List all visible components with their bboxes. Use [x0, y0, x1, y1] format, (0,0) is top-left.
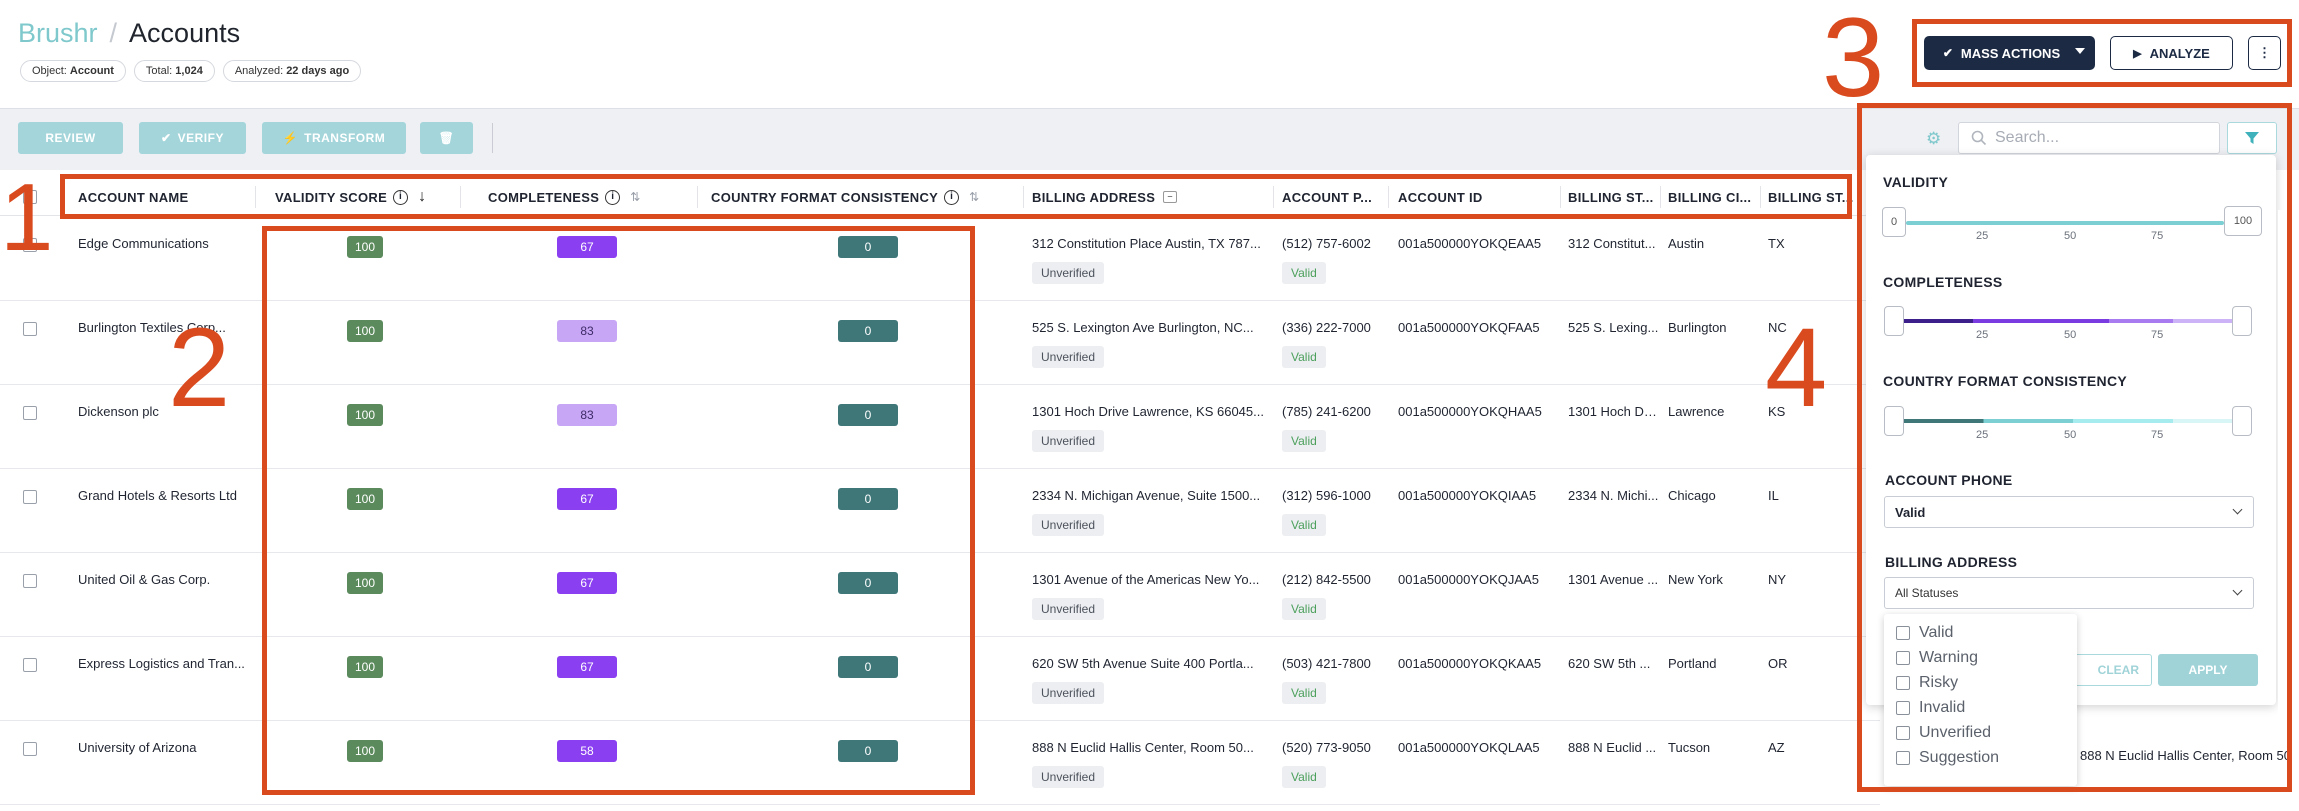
- row-checkbox[interactable]: [23, 406, 37, 420]
- account-phone-cell[interactable]: (503) 421-7800: [1282, 656, 1386, 671]
- phone-status-badge: Valid: [1282, 598, 1326, 620]
- billing-state-cell[interactable]: NY: [1768, 572, 1828, 587]
- account-name-cell[interactable]: Express Logistics and Tran...: [78, 656, 260, 671]
- annotation-number-4: 4: [1765, 305, 1828, 430]
- transform-button[interactable]: ⚡ TRANSFORM: [262, 122, 406, 154]
- billing-address-cell[interactable]: 525 S. Lexington Ave Burlington, NC...: [1032, 320, 1270, 335]
- annotation-box-1: [60, 174, 1852, 219]
- row-checkbox[interactable]: [23, 490, 37, 504]
- account-id-cell[interactable]: 001a500000YOKQEAA5: [1398, 236, 1558, 251]
- phone-status-badge: Valid: [1282, 766, 1326, 788]
- billing-city-cell[interactable]: Chicago: [1668, 488, 1760, 503]
- billing-city-cell[interactable]: Austin: [1668, 236, 1760, 251]
- account-name-cell[interactable]: University of Arizona: [78, 740, 260, 755]
- billing-state-cell[interactable]: OR: [1768, 656, 1828, 671]
- account-phone-cell[interactable]: (212) 842-5500: [1282, 572, 1386, 587]
- account-phone-cell[interactable]: (336) 222-7000: [1282, 320, 1386, 335]
- transform-label: TRANSFORM: [304, 131, 386, 145]
- billing-address-cell[interactable]: 888 N Euclid Hallis Center, Room 50...: [1032, 740, 1270, 755]
- chip-value: Account: [69, 65, 114, 77]
- address-status-badge: Unverified: [1032, 430, 1105, 452]
- billing-street-cell[interactable]: 1301 Avenue ...: [1568, 572, 1660, 587]
- breadcrumb: Brushr / Accounts: [18, 18, 240, 49]
- billing-address-cell[interactable]: 1301 Avenue of the Americas New Yo...: [1032, 572, 1270, 587]
- account-id-cell[interactable]: 001a500000YOKQIAA5: [1398, 488, 1558, 503]
- bolt-icon: ⚡: [282, 131, 299, 145]
- chip-value: 22 days ago: [286, 65, 350, 77]
- billing-city-cell[interactable]: Portland: [1668, 656, 1760, 671]
- row-checkbox[interactable]: [23, 322, 37, 336]
- account-id-cell[interactable]: 001a500000YOKQJAA5: [1398, 572, 1558, 587]
- phone-status-badge: Valid: [1282, 346, 1326, 368]
- account-phone-cell[interactable]: (520) 773-9050: [1282, 740, 1386, 755]
- billing-street-cell[interactable]: 1301 Hoch Dri...: [1568, 404, 1660, 419]
- address-status-badge: Unverified: [1032, 262, 1105, 284]
- billing-address-cell[interactable]: 2334 N. Michigan Avenue, Suite 1500...: [1032, 488, 1270, 503]
- account-id-cell[interactable]: 001a500000YOKQKAA5: [1398, 656, 1558, 671]
- phone-status-badge: Valid: [1282, 430, 1326, 452]
- breadcrumb-separator: /: [109, 18, 118, 48]
- trash-icon: 🗑: [438, 131, 455, 145]
- verify-button[interactable]: ✔ VERIFY: [139, 122, 246, 154]
- billing-street-cell[interactable]: 2334 N. Michi...: [1568, 488, 1660, 503]
- breadcrumb-app-link[interactable]: Brushr: [18, 18, 98, 49]
- billing-street-cell[interactable]: 312 Constitut...: [1568, 236, 1660, 251]
- address-status-badge: Unverified: [1032, 682, 1105, 704]
- address-status-badge: Unverified: [1032, 346, 1105, 368]
- toolbar-divider: [492, 123, 493, 153]
- billing-state-cell[interactable]: TX: [1768, 236, 1828, 251]
- billing-address-cell[interactable]: 1301 Hoch Drive Lawrence, KS 66045...: [1032, 404, 1270, 419]
- account-id-cell[interactable]: 001a500000YOKQHAA5: [1398, 404, 1558, 419]
- page-title: Accounts: [129, 18, 241, 48]
- billing-city-cell[interactable]: Tucson: [1668, 740, 1760, 755]
- review-button[interactable]: REVIEW: [18, 122, 123, 154]
- annotation-number-3: 3: [1822, 0, 1885, 120]
- row-checkbox[interactable]: [23, 742, 37, 756]
- account-id-cell[interactable]: 001a500000YOKQLAA5: [1398, 740, 1558, 755]
- annotation-number-1: 1: [0, 164, 54, 271]
- chip-value: 1,024: [175, 65, 203, 77]
- account-phone-cell[interactable]: (512) 757-6002: [1282, 236, 1386, 251]
- check-icon: ✔: [161, 131, 172, 145]
- row-checkbox[interactable]: [23, 574, 37, 588]
- account-phone-cell[interactable]: (312) 596-1000: [1282, 488, 1386, 503]
- annotation-box-3: [1912, 19, 2292, 87]
- account-id-cell[interactable]: 001a500000YOKQFAA5: [1398, 320, 1558, 335]
- annotation-box-2: [262, 226, 975, 795]
- account-name-cell[interactable]: Edge Communications: [78, 236, 260, 251]
- annotation-box-4: [1857, 103, 2292, 792]
- review-label: REVIEW: [45, 131, 96, 145]
- analyzed-chip: Analyzed: 22 days ago: [222, 60, 362, 82]
- billing-city-cell[interactable]: New York: [1668, 572, 1760, 587]
- billing-street-cell[interactable]: 525 S. Lexing...: [1568, 320, 1660, 335]
- account-name-cell[interactable]: Grand Hotels & Resorts Ltd: [78, 488, 260, 503]
- billing-address-cell[interactable]: 312 Constitution Place Austin, TX 787...: [1032, 236, 1270, 251]
- chip-label: Analyzed:: [234, 65, 284, 77]
- billing-address-cell[interactable]: 620 SW 5th Avenue Suite 400 Portla...: [1032, 656, 1270, 671]
- billing-street-cell[interactable]: 620 SW 5th ...: [1568, 656, 1660, 671]
- billing-street-cell[interactable]: 888 N Euclid ...: [1568, 740, 1660, 755]
- phone-status-badge: Valid: [1282, 262, 1326, 284]
- phone-status-badge: Valid: [1282, 682, 1326, 704]
- billing-state-cell[interactable]: IL: [1768, 488, 1828, 503]
- chip-label: Object:: [32, 65, 67, 77]
- meta-chips: Object: Account Total: 1,024 Analyzed: 2…: [20, 60, 362, 82]
- account-name-cell[interactable]: United Oil & Gas Corp.: [78, 572, 260, 587]
- annotation-number-2: 2: [168, 305, 231, 430]
- address-status-badge: Unverified: [1032, 766, 1105, 788]
- verify-label: VERIFY: [177, 131, 224, 145]
- total-chip: Total: 1,024: [133, 60, 215, 82]
- billing-state-cell[interactable]: AZ: [1768, 740, 1828, 755]
- object-chip: Object: Account: [20, 60, 126, 82]
- billing-city-cell[interactable]: Burlington: [1668, 320, 1760, 335]
- account-phone-cell[interactable]: (785) 241-6200: [1282, 404, 1386, 419]
- address-status-badge: Unverified: [1032, 598, 1105, 620]
- delete-button[interactable]: 🗑: [420, 122, 473, 154]
- billing-city-cell[interactable]: Lawrence: [1668, 404, 1760, 419]
- row-checkbox[interactable]: [23, 658, 37, 672]
- chip-label: Total:: [145, 65, 173, 77]
- phone-status-badge: Valid: [1282, 514, 1326, 536]
- address-status-badge: Unverified: [1032, 514, 1105, 536]
